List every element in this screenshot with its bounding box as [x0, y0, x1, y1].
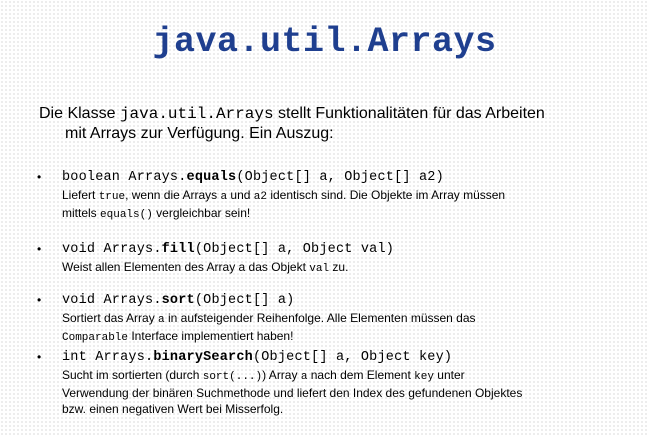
- description-text: nach dem Element: [307, 368, 415, 382]
- description-text: Verwendung der binären Suchmethode und l…: [62, 386, 523, 400]
- method-name: fill: [161, 242, 195, 257]
- description-line: Verwendung der binären Suchmethode und l…: [62, 385, 627, 401]
- description-text: bzw. einen negativen Wert bei Misserfolg…: [62, 402, 284, 416]
- description-text: identisch sind. Die Objekte im Array müs…: [267, 188, 506, 202]
- method-signature: void Arrays.sort(Object[] a): [62, 291, 294, 310]
- code-text: sort(...): [202, 371, 263, 383]
- method-description: Sortiert das Array a in aufsteigender Re…: [62, 310, 627, 346]
- method-description: Sucht im sortierten (durch sort(...)) Ar…: [62, 367, 627, 417]
- description-text: Weist allen Elementen des Array a das Ob…: [62, 260, 310, 274]
- signature-prefix: boolean Arrays.: [62, 170, 187, 185]
- method-description: Weist allen Elementen des Array a das Ob…: [62, 259, 627, 277]
- signature-params: (Object[] a): [194, 293, 295, 308]
- intro-paragraph: Die Klasse java.util.Arrays stellt Funkt…: [39, 104, 629, 144]
- description-line: Weist allen Elementen des Array a das Ob…: [62, 259, 627, 277]
- bullet-icon: •: [37, 170, 42, 184]
- method-name: binarySearch: [153, 350, 253, 365]
- description-text: zu.: [329, 260, 349, 274]
- description-line: Sortiert das Array a in aufsteigender Re…: [62, 310, 627, 328]
- method-description: Liefert true, wenn die Arrays a und a2 i…: [62, 187, 627, 223]
- slide: { "title": "java.util.Arrays", "intro": …: [0, 0, 649, 437]
- description-text: Liefert: [62, 188, 99, 202]
- method-name: sort: [161, 293, 195, 308]
- signature-params: (Object[] a, Object val): [194, 242, 395, 257]
- code-text: Comparable: [62, 332, 129, 344]
- method-signature: boolean Arrays.equals(Object[] a, Object…: [62, 168, 444, 187]
- method-signature: void Arrays.fill(Object[] a, Object val): [62, 240, 394, 259]
- signature-params: (Object[] a, Object key): [252, 350, 453, 365]
- description-text: ) Array: [262, 368, 301, 382]
- code-text: equals(): [100, 209, 153, 221]
- code-text: a: [158, 314, 165, 326]
- description-line: bzw. einen negativen Wert bei Misserfolg…: [62, 401, 627, 417]
- description-text: vergleichbar sein!: [152, 206, 251, 220]
- bullet-icon: •: [37, 350, 42, 364]
- description-line: Comparable Interface implementiert haben…: [62, 328, 627, 346]
- description-text: Sortiert das Array: [62, 311, 159, 325]
- code-text: true: [98, 191, 126, 203]
- description-text: , wenn die Arrays: [125, 188, 221, 202]
- description-text: mittels: [62, 206, 101, 220]
- description-text: und: [227, 188, 254, 202]
- description-text: unter: [433, 368, 465, 382]
- description-text: in aufsteigender Reihenfolge. Alle Eleme…: [164, 311, 476, 325]
- code-text: a2: [253, 191, 267, 203]
- description-text: Sucht im sortierten (durch: [62, 368, 203, 382]
- signature-params: (Object[] a, Object[] a2): [236, 170, 444, 185]
- intro-text-start: Die Klasse: [39, 105, 120, 122]
- description-line: Liefert true, wenn die Arrays a und a2 i…: [62, 187, 627, 205]
- description-text: Interface implementiert haben!: [128, 329, 294, 343]
- method-signature: int Arrays.binarySearch(Object[] a, Obje…: [62, 348, 452, 367]
- bullet-icon: •: [37, 293, 42, 307]
- signature-prefix: void Arrays.: [62, 293, 162, 308]
- signature-prefix: void Arrays.: [62, 242, 162, 257]
- method-name: equals: [186, 170, 237, 185]
- description-line: mittels equals() vergleichbar sein!: [62, 205, 627, 223]
- intro-text-end: stellt Funktionalitäten für das Arbeiten: [273, 105, 545, 122]
- signature-prefix: int Arrays.: [62, 350, 154, 365]
- code-text: val: [309, 263, 330, 275]
- description-line: Sucht im sortierten (durch sort(...)) Ar…: [62, 367, 627, 385]
- code-text: key: [414, 371, 434, 383]
- intro-class-name: java.util.Arrays: [119, 105, 274, 123]
- page-title: java.util.Arrays: [152, 22, 497, 62]
- intro-text-line2: mit Arrays zur Verfügung. Ein Auszug:: [65, 125, 334, 142]
- bullet-icon: •: [37, 242, 42, 256]
